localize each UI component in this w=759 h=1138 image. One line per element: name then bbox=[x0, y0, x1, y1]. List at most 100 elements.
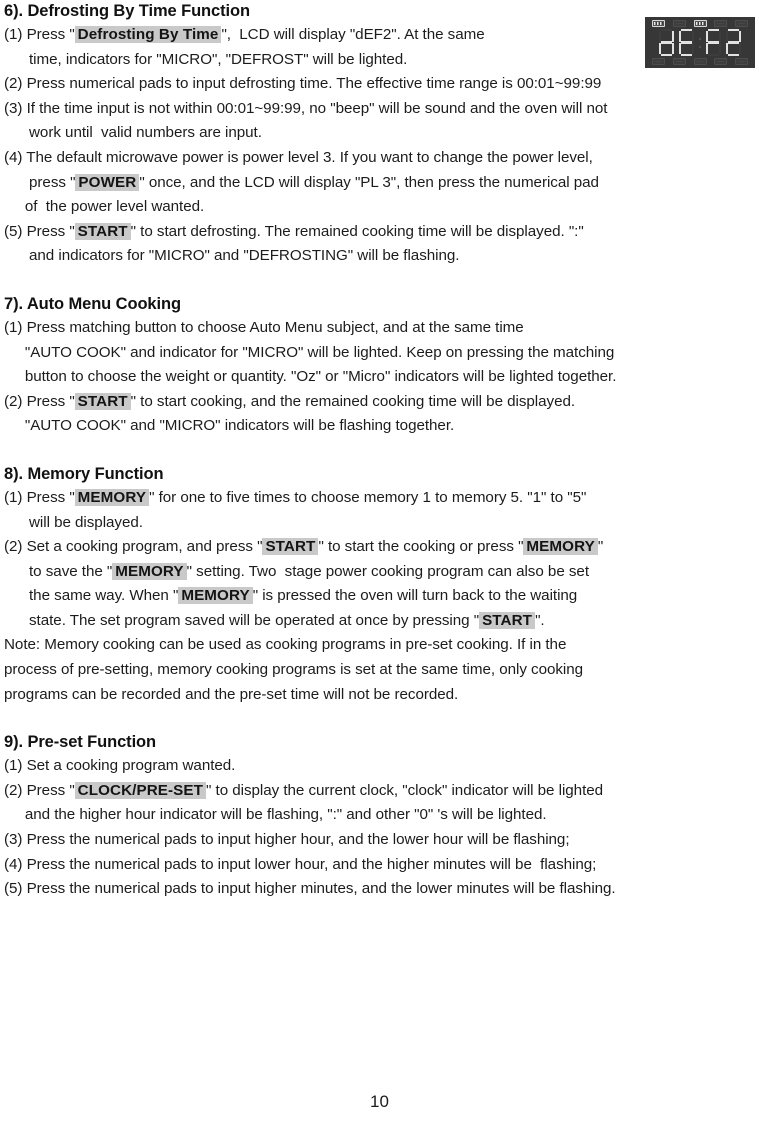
text-run: " is pressed the oven will turn back to … bbox=[252, 587, 578, 605]
segment-g bbox=[681, 41, 692, 44]
segment-d bbox=[708, 53, 719, 57]
segment-e bbox=[705, 43, 709, 55]
segment-c bbox=[671, 43, 675, 55]
instruction-line: programs can be recorded and the pre-set… bbox=[4, 683, 756, 708]
text-run: state. The set program saved will be ope… bbox=[4, 611, 480, 629]
text-run: " once, and the LCD will display "PL 3",… bbox=[139, 173, 599, 191]
instruction-item: (1) Press " Defrosting By Time ", LCD will… bbox=[4, 23, 756, 72]
segment-f bbox=[678, 30, 682, 42]
instruction-line: and the higher hour indicator will be fl… bbox=[4, 803, 756, 828]
text-run: (2) Press numerical pads to input defros… bbox=[4, 75, 602, 93]
instruction-line: (1) Press matching button to choose Auto… bbox=[4, 316, 756, 341]
instruction-item: Note: Memory cooking can be used as cook… bbox=[4, 633, 756, 707]
lcd-digit-2 bbox=[678, 28, 695, 57]
segment-g bbox=[728, 41, 739, 44]
section-heading-auto-menu-cooking: 7). Auto Menu Cooking bbox=[4, 294, 181, 313]
instruction-line: (2) Press " START " to start cooking, and … bbox=[4, 390, 756, 415]
text-run: will be displayed. bbox=[4, 513, 143, 531]
button-label-power[interactable]: POWER bbox=[75, 173, 140, 191]
lcd-combination-indicator bbox=[735, 20, 748, 28]
text-run: (4) The default microwave power is power… bbox=[4, 148, 593, 166]
button-label-clock-pre-set[interactable]: CLOCK/PRE-SET bbox=[74, 781, 207, 799]
instruction-line: (1) Press " MEMORY " for one to five times… bbox=[4, 486, 756, 511]
instruction-line: (4) Press the numerical pads to input lo… bbox=[4, 853, 756, 878]
instruction-line: time, indicators for "MICRO", "DEFROST" … bbox=[4, 48, 756, 73]
text-run: (3) If the time input is not within 00:0… bbox=[4, 99, 608, 117]
instruction-item: (1) Set a cooking program wanted. bbox=[4, 754, 756, 779]
text-run: " to start cooking, and the remained coo… bbox=[130, 392, 576, 410]
instruction-item: (2) Set a cooking program, and press " ST… bbox=[4, 535, 756, 633]
instruction-line: "AUTO COOK" and "MICRO" indicators will … bbox=[4, 414, 756, 439]
instruction-line: process of pre-setting, memory cooking p… bbox=[4, 658, 756, 683]
text-run: (2) Set a cooking program, and press " bbox=[4, 538, 263, 556]
segment-e bbox=[725, 43, 729, 55]
instruction-line: (2) Press " CLOCK/PRE-SET " to display the… bbox=[4, 779, 756, 804]
text-run: (5) Press the numerical pads to input hi… bbox=[4, 880, 616, 898]
text-run: ". bbox=[535, 611, 545, 629]
lcd-bottom-indicator-row bbox=[650, 57, 750, 65]
segment-e bbox=[658, 43, 662, 55]
instruction-item: (5) Press " START " to start defrosting. T… bbox=[4, 220, 756, 269]
instruction-item: (1) Press " MEMORY " for one to five times… bbox=[4, 486, 756, 535]
instruction-line: (4) The default microwave power is power… bbox=[4, 146, 756, 171]
lcd-display-illustration bbox=[645, 17, 755, 68]
text-run: the same way. When " bbox=[4, 587, 179, 605]
text-run: (1) Press " bbox=[4, 26, 75, 43]
lcd-weight-indicator bbox=[693, 57, 707, 65]
segment-b bbox=[718, 30, 722, 42]
text-run: " bbox=[597, 538, 604, 556]
instruction-line: (3) Press the numerical pads to input hi… bbox=[4, 828, 756, 853]
lcd-digit-1 bbox=[658, 28, 675, 57]
button-label-start[interactable]: START bbox=[479, 611, 536, 629]
text-run: " to start defrosting. The remained cook… bbox=[130, 222, 584, 240]
instruction-line: and indicators for "MICRO" and "DEFROSTI… bbox=[4, 244, 756, 269]
lcd-micro-indicator bbox=[652, 20, 665, 28]
text-run: (1) Set a cooking program wanted. bbox=[4, 757, 236, 775]
lcd-defrost-indicator bbox=[693, 20, 707, 28]
text-run: (4) Press the numerical pads to input lo… bbox=[4, 855, 597, 873]
text-run: button to choose the weight or quantity.… bbox=[4, 368, 617, 386]
instruction-item: (4) The default microwave power is power… bbox=[4, 146, 756, 220]
instruction-item: (1) Press matching button to choose Auto… bbox=[4, 316, 756, 390]
button-label-memory[interactable]: MEMORY bbox=[112, 562, 187, 580]
text-run: Note: Memory cooking can be used as cook… bbox=[4, 636, 567, 654]
segment-b bbox=[738, 30, 742, 42]
instruction-line: "AUTO COOK" and indicator for "MICRO" wi… bbox=[4, 341, 756, 366]
instruction-line: button to choose the weight or quantity.… bbox=[4, 365, 756, 390]
button-label-start[interactable]: START bbox=[74, 392, 131, 410]
instruction-item: (2) Press numerical pads to input defros… bbox=[4, 72, 756, 97]
button-label-start[interactable]: START bbox=[262, 538, 319, 556]
segment-a bbox=[681, 28, 692, 32]
button-label-defrosting-by-time[interactable]: Defrosting By Time bbox=[74, 26, 222, 43]
lcd-digit-4 bbox=[725, 28, 742, 57]
page-content: 6). Defrosting By Time Function (1) Press… bbox=[4, 0, 756, 902]
instruction-line: the same way. When " MEMORY " is pressed t… bbox=[4, 584, 756, 609]
text-run: (3) Press the numerical pads to input hi… bbox=[4, 831, 570, 849]
text-run: "AUTO COOK" and "MICRO" indicators will … bbox=[4, 417, 455, 435]
instruction-item: (5) Press the numerical pads to input hi… bbox=[4, 877, 756, 902]
text-run: " setting. Two stage power cooking progr… bbox=[186, 562, 589, 580]
instruction-line: press " POWER " once, and the LCD will dis… bbox=[4, 171, 756, 196]
instruction-item: (2) Press " CLOCK/PRE-SET " to display the… bbox=[4, 779, 756, 828]
text-run: " to start the cooking or press " bbox=[318, 538, 524, 556]
segment-c bbox=[718, 43, 722, 55]
text-run: and indicators for "MICRO" and "DEFROSTI… bbox=[4, 247, 460, 265]
instruction-line: (5) Press the numerical pads to input hi… bbox=[4, 877, 756, 902]
instruction-item: (3) If the time input is not within 00:0… bbox=[4, 97, 756, 146]
instruction-item: (2) Press " START " to start cooking, and … bbox=[4, 390, 756, 439]
segment-a bbox=[708, 28, 719, 32]
text-run: ", LCD will display "dEF2". At the same bbox=[221, 26, 485, 43]
button-label-start[interactable]: START bbox=[74, 222, 131, 240]
segment-b bbox=[691, 30, 695, 42]
text-run: (1) Press matching button to choose Auto… bbox=[4, 318, 524, 336]
button-label-memory[interactable]: MEMORY bbox=[74, 488, 150, 506]
button-label-memory[interactable]: MEMORY bbox=[178, 587, 253, 605]
text-run: programs can be recorded and the pre-set… bbox=[4, 685, 459, 703]
text-run: "AUTO COOK" and indicator for "MICRO" wi… bbox=[4, 343, 615, 361]
segment-d bbox=[661, 53, 672, 57]
button-label-memory[interactable]: MEMORY bbox=[523, 538, 598, 556]
text-run: to save the " bbox=[4, 562, 113, 580]
